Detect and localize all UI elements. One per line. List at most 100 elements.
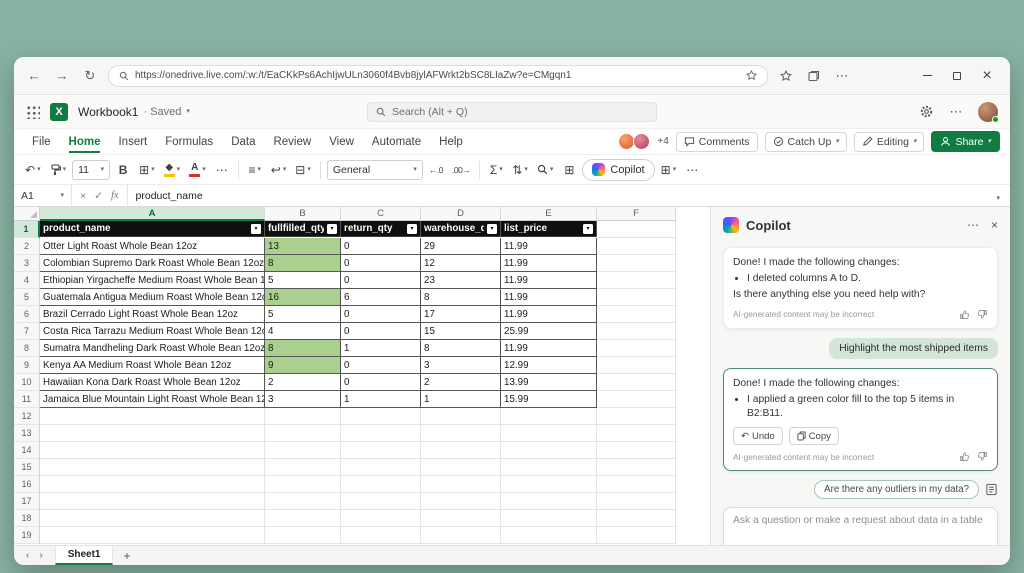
cell[interactable] bbox=[341, 527, 421, 544]
cell[interactable] bbox=[265, 442, 341, 459]
row-header-8[interactable]: 8 bbox=[14, 340, 40, 357]
header-cell[interactable]: fullfilled_qty ▾ bbox=[265, 221, 341, 237]
increase-decimal-button[interactable]: .00→ bbox=[449, 159, 473, 181]
cell[interactable] bbox=[597, 289, 676, 306]
cell[interactable]: 2 bbox=[421, 374, 501, 391]
header-more-icon[interactable]: ⋯ bbox=[946, 102, 966, 122]
cell[interactable]: 4 bbox=[265, 323, 341, 340]
cell[interactable] bbox=[421, 442, 501, 459]
cell[interactable] bbox=[597, 408, 676, 425]
decrease-decimal-button[interactable]: ←.0 bbox=[426, 159, 446, 181]
cell[interactable] bbox=[341, 459, 421, 476]
filter-button[interactable]: ▾ bbox=[583, 223, 593, 234]
cell[interactable] bbox=[501, 476, 597, 493]
insert-function-icon[interactable]: fx bbox=[111, 190, 119, 201]
row-header-4[interactable]: 4 bbox=[14, 272, 40, 289]
toolbar-more-icon[interactable]: ⋯ bbox=[682, 159, 702, 181]
formula-input[interactable]: product_name bbox=[128, 190, 987, 202]
merge-cells-button[interactable]: ⊟ ▾ bbox=[292, 159, 314, 181]
cell[interactable]: Colombian Supremo Dark Roast Whole Bean … bbox=[40, 255, 265, 272]
next-sheet-icon[interactable]: › bbox=[35, 550, 46, 561]
row-header-15[interactable]: 15 bbox=[14, 459, 40, 476]
thumbs-up-icon[interactable] bbox=[959, 309, 970, 320]
cell[interactable] bbox=[265, 425, 341, 442]
cell[interactable] bbox=[597, 374, 676, 391]
cell[interactable] bbox=[265, 493, 341, 510]
sheet-tab-sheet1[interactable]: Sheet1 bbox=[54, 546, 114, 565]
collections-icon[interactable] bbox=[804, 66, 824, 86]
cell[interactable] bbox=[265, 408, 341, 425]
format-painter-button[interactable]: ▾ bbox=[47, 159, 70, 181]
cell[interactable] bbox=[341, 408, 421, 425]
thumbs-up-icon[interactable] bbox=[959, 451, 970, 462]
cell[interactable] bbox=[265, 510, 341, 527]
cell[interactable]: 11.99 bbox=[501, 306, 597, 323]
cell[interactable]: 11.99 bbox=[501, 289, 597, 306]
undo-button[interactable]: ↶ ▾ bbox=[22, 159, 44, 181]
workbook-title[interactable]: Workbook1 · Saved ▾ bbox=[78, 105, 190, 119]
cell[interactable]: 0 bbox=[341, 306, 421, 323]
row-header-3[interactable]: 3 bbox=[14, 255, 40, 272]
bold-button[interactable]: B bbox=[113, 159, 133, 181]
cell[interactable] bbox=[40, 425, 265, 442]
cell[interactable]: 23 bbox=[421, 272, 501, 289]
cell[interactable] bbox=[501, 493, 597, 510]
tab-help[interactable]: Help bbox=[431, 132, 471, 152]
row-header-2[interactable]: 2 bbox=[14, 238, 40, 255]
cell[interactable] bbox=[597, 221, 676, 238]
cell[interactable] bbox=[597, 306, 676, 323]
font-size-select[interactable]: 11 ▾ bbox=[72, 159, 111, 180]
copilot-button[interactable]: Copilot bbox=[582, 158, 655, 181]
cell[interactable]: Kenya AA Medium Roast Whole Bean 12oz bbox=[40, 357, 265, 374]
tab-data[interactable]: Data bbox=[223, 132, 263, 152]
cell[interactable]: 1 bbox=[341, 340, 421, 357]
number-format-select[interactable]: General ▾ bbox=[326, 159, 423, 180]
prev-sheet-icon[interactable]: ‹ bbox=[22, 550, 33, 561]
cell[interactable]: 1 bbox=[421, 391, 501, 408]
cell[interactable] bbox=[597, 255, 676, 272]
cell[interactable]: 3 bbox=[421, 357, 501, 374]
cell[interactable] bbox=[597, 510, 676, 527]
cell[interactable] bbox=[40, 476, 265, 493]
header-cell[interactable]: warehouse_qty▾ bbox=[421, 221, 501, 237]
cell[interactable] bbox=[341, 442, 421, 459]
cell[interactable]: 15.99 bbox=[501, 391, 597, 408]
cell[interactable] bbox=[40, 510, 265, 527]
cell[interactable]: 12 bbox=[421, 255, 501, 272]
header-cell[interactable]: list_price ▾ bbox=[501, 221, 597, 237]
maximize-icon[interactable] bbox=[944, 65, 970, 87]
cell[interactable] bbox=[597, 459, 676, 476]
cell[interactable] bbox=[341, 476, 421, 493]
tab-view[interactable]: View bbox=[321, 132, 362, 152]
cell[interactable] bbox=[265, 476, 341, 493]
avatar[interactable] bbox=[978, 101, 999, 123]
cell[interactable] bbox=[501, 459, 597, 476]
cell[interactable]: 5 bbox=[265, 306, 341, 323]
row-header-18[interactable]: 18 bbox=[14, 510, 40, 527]
row-header-10[interactable]: 10 bbox=[14, 374, 40, 391]
comments-button[interactable]: Comments bbox=[675, 131, 758, 152]
cell[interactable] bbox=[501, 408, 597, 425]
editing-mode-button[interactable]: Editing ▾ bbox=[853, 131, 925, 152]
cell[interactable]: 13.99 bbox=[501, 374, 597, 391]
cell[interactable]: 12.99 bbox=[501, 357, 597, 374]
cell[interactable]: 0 bbox=[341, 374, 421, 391]
row-header-7[interactable]: 7 bbox=[14, 323, 40, 340]
row-header-12[interactable]: 12 bbox=[14, 408, 40, 425]
filter-button[interactable]: ▾ bbox=[327, 223, 337, 234]
cell[interactable]: Brazil Cerrado Light Roast Whole Bean 12… bbox=[40, 306, 265, 323]
cell[interactable]: 13 bbox=[265, 238, 341, 255]
cell[interactable] bbox=[421, 459, 501, 476]
cell[interactable]: 11.99 bbox=[501, 255, 597, 272]
select-all-corner[interactable] bbox=[14, 207, 40, 221]
tab-file[interactable]: File bbox=[24, 132, 59, 152]
row-header-6[interactable]: 6 bbox=[14, 306, 40, 323]
cell[interactable] bbox=[597, 442, 676, 459]
cell[interactable] bbox=[341, 493, 421, 510]
row-header-9[interactable]: 9 bbox=[14, 357, 40, 374]
copilot-prompt-input[interactable] bbox=[733, 515, 988, 544]
cell[interactable] bbox=[597, 340, 676, 357]
cell[interactable]: Sumatra Mandheling Dark Roast Whole Bean… bbox=[40, 340, 265, 357]
row-header-16[interactable]: 16 bbox=[14, 476, 40, 493]
cell[interactable] bbox=[501, 425, 597, 442]
